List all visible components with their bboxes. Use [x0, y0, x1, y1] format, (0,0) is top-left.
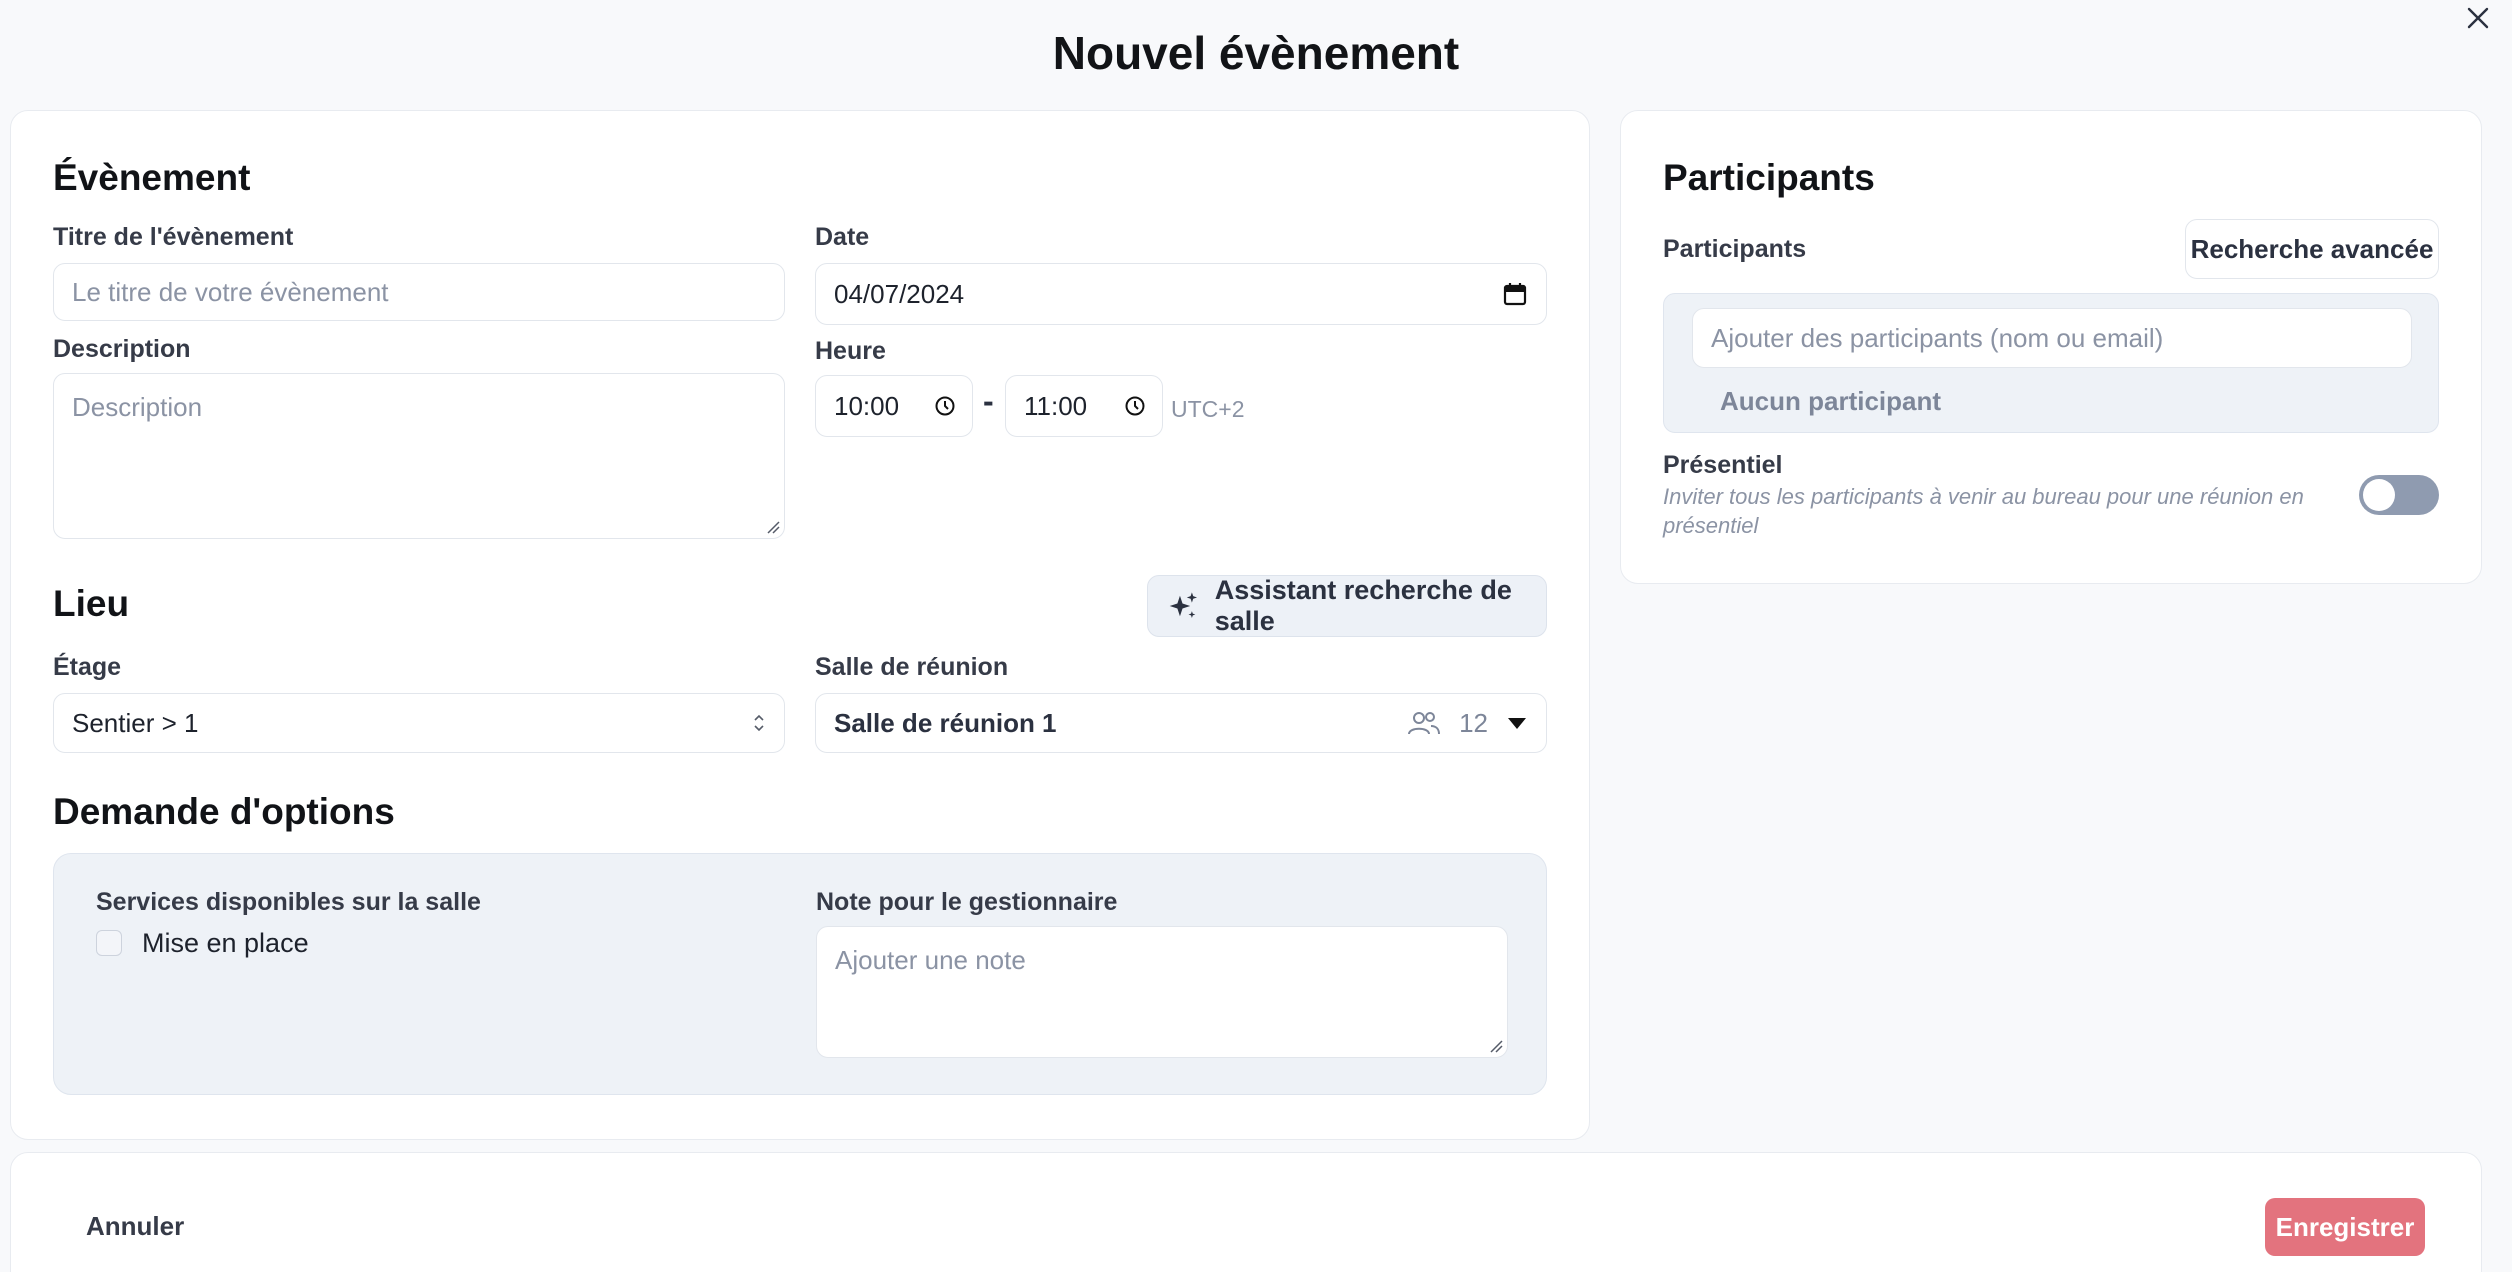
room-capacity: 12: [1459, 707, 1488, 738]
participants-section-title: Participants: [1663, 157, 1875, 198]
description-placeholder: Description: [72, 392, 203, 422]
note-label: Note pour le gestionnaire: [816, 888, 1118, 916]
users-icon: [1408, 712, 1441, 735]
description-textarea[interactable]: Description: [53, 373, 785, 539]
date-input[interactable]: 04/07/2024: [815, 263, 1547, 325]
date-label: Date: [815, 223, 870, 251]
caret-down-icon[interactable]: [1506, 716, 1528, 730]
room-value: Salle de réunion 1: [834, 707, 1057, 738]
start-time-input[interactable]: 10:00: [815, 375, 973, 437]
footer-bar: Annuler Enregistrer: [10, 1152, 2482, 1272]
in-person-description: Inviter tous les participants à venir au…: [1663, 484, 2304, 538]
save-button[interactable]: Enregistrer: [2265, 1198, 2425, 1256]
participants-field-label: Participants: [1663, 235, 1807, 263]
mise-en-place-label[interactable]: Mise en place: [142, 928, 309, 959]
floor-label: Étage: [53, 653, 122, 681]
note-textarea[interactable]: Ajouter une note: [816, 926, 1508, 1058]
room-assistant-label: Assistant recherche de salle: [1214, 575, 1512, 636]
timezone-label: UTC+2: [1171, 396, 1245, 422]
event-section-title: Évènement: [53, 157, 251, 198]
close-button[interactable]: [2458, 0, 2498, 36]
time-label: Heure: [815, 337, 886, 365]
in-person-toggle[interactable]: [2359, 475, 2439, 515]
toggle-knob: [2363, 479, 2395, 511]
end-time-input[interactable]: 11:00: [1005, 375, 1163, 437]
no-participant-text: Aucun participant: [1720, 386, 1942, 416]
location-section-title: Lieu: [53, 583, 130, 624]
add-participants-input[interactable]: Ajouter des participants (nom ou email): [1692, 308, 2412, 368]
chevron-updown-icon: [754, 714, 764, 732]
event-card: Évènement Titre de l'évènement Le titre …: [10, 110, 1590, 1140]
event-title-input[interactable]: Le titre de votre évènement: [53, 263, 785, 321]
event-title-placeholder: Le titre de votre évènement: [72, 276, 389, 307]
options-panel: Services disponibles sur la salle Mise e…: [53, 853, 1547, 1095]
participants-card: Participants Participants Recherche avan…: [1620, 110, 2482, 584]
in-person-label: Présentiel: [1663, 451, 1783, 479]
clock-icon[interactable]: [934, 395, 956, 417]
modal-title: Nouvel évènement: [1052, 27, 1460, 79]
mise-en-place-checkbox[interactable]: [96, 930, 122, 956]
room-assistant-button[interactable]: Assistant recherche de salle: [1147, 575, 1547, 637]
options-section-title: Demande d'options: [53, 791, 395, 832]
room-label: Salle de réunion: [815, 653, 1009, 681]
start-time-value: 10:00: [834, 390, 900, 421]
services-label: Services disponibles sur la salle: [96, 888, 481, 916]
time-separator: -: [983, 383, 994, 419]
cancel-button[interactable]: Annuler: [86, 1211, 184, 1242]
clock-icon[interactable]: [1124, 395, 1146, 417]
resize-grip-icon[interactable]: [766, 520, 780, 534]
room-select[interactable]: Salle de réunion 1 12: [815, 693, 1547, 753]
room-capacity-group: 12: [1407, 708, 1528, 739]
calendar-icon[interactable]: [1502, 281, 1528, 307]
advanced-search-button[interactable]: Recherche avancée: [2185, 219, 2439, 279]
floor-value: Sentier > 1: [72, 707, 199, 738]
participants-box: Ajouter des participants (nom ou email) …: [1663, 293, 2439, 433]
resize-grip-icon[interactable]: [1489, 1039, 1503, 1053]
note-placeholder: Ajouter une note: [835, 945, 1026, 975]
floor-select[interactable]: Sentier > 1: [53, 693, 785, 753]
sparkles-icon: [1169, 592, 1198, 618]
close-icon: [2467, 7, 2489, 29]
add-participants-placeholder: Ajouter des participants (nom ou email): [1711, 322, 2164, 353]
date-value: 04/07/2024: [834, 278, 965, 309]
description-label: Description: [53, 335, 191, 363]
end-time-value: 11:00: [1024, 390, 1088, 421]
event-title-label: Titre de l'évènement: [53, 223, 294, 251]
